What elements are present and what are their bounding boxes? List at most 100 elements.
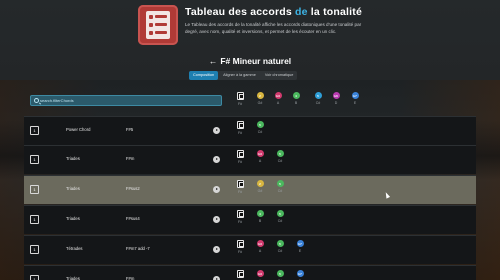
interval-badge: 2 — [256, 180, 264, 187]
root-key-icon — [236, 210, 244, 218]
interval-badge: b3 — [256, 150, 264, 157]
play-icon[interactable] — [213, 216, 220, 223]
chord-note: 4B — [254, 209, 266, 223]
chord-row[interactable]: 1 Triades F#m F# b3A 5C# b7E — [24, 265, 476, 280]
chord-note: b3A — [254, 269, 266, 280]
note-label: C# — [277, 159, 283, 163]
note-label: B — [294, 101, 298, 105]
chord-row[interactable]: 1 Triades F#m F# b3 A 5 C# — [24, 145, 476, 174]
note-header-2[interactable]: b3 A — [272, 92, 284, 105]
chord-name: F#m — [126, 276, 135, 280]
chord-note: F# — [234, 209, 246, 224]
arrow-left-icon[interactable]: ← — [209, 56, 218, 66]
chord-note: 5C# — [274, 209, 286, 223]
note-header-3[interactable]: 4B — [290, 92, 302, 105]
interval-badge: 2 — [256, 92, 264, 99]
tab-chromatic[interactable]: Voir chromatique — [261, 71, 298, 80]
note-label: C# — [315, 101, 321, 105]
note-label: E — [298, 249, 302, 253]
chord-table-app-icon — [138, 5, 178, 45]
note-header-6[interactable]: b7 E — [349, 92, 361, 105]
note-label: A — [258, 159, 262, 163]
chord-name: F#m7 add -7 — [126, 246, 150, 251]
degree-badge: 1 — [30, 126, 39, 135]
root-key-icon — [236, 240, 244, 248]
chord-note: F# — [234, 149, 246, 164]
chord-type: Triades — [66, 216, 80, 221]
play-icon[interactable] — [213, 186, 220, 193]
play-icon[interactable] — [213, 246, 220, 253]
note-label: C# — [277, 189, 283, 193]
degree-badge: 1 — [30, 185, 39, 194]
note-label: G# — [257, 101, 263, 105]
note-label: C# — [257, 130, 263, 134]
chord-type: Tétrades — [66, 246, 83, 251]
chord-note: F# — [234, 179, 246, 194]
root-key-icon — [236, 270, 244, 278]
note-label: F# — [237, 190, 243, 194]
chord-name: F#sus2 — [126, 186, 140, 191]
chord-note: 5 C# — [254, 120, 266, 134]
tab-align-scale[interactable]: Aligner à la gamme — [219, 71, 260, 80]
chord-note: 5C# — [274, 269, 286, 280]
interval-badge: b7 — [296, 270, 304, 277]
root-key-icon — [236, 92, 244, 100]
key-title: ← F# Mineur naturel — [0, 56, 500, 66]
play-icon[interactable] — [213, 127, 220, 134]
search-field[interactable] — [30, 95, 222, 106]
interval-badge: 5 — [276, 240, 284, 247]
interval-badge: 5 — [276, 150, 284, 157]
chord-type: Triades — [66, 276, 80, 280]
note-header-4[interactable]: 5 C# — [312, 92, 324, 105]
note-label: F# — [237, 250, 243, 254]
chord-note: b7E — [294, 269, 306, 280]
chord-row[interactable]: 1 Triades F#sus2 F# 2 G# 5 C# — [24, 175, 476, 204]
key-title-text: F# Mineur naturel — [220, 56, 292, 66]
chord-note: b3 A — [254, 149, 266, 163]
tab-composition[interactable]: Composition — [189, 71, 219, 80]
chord-row[interactable]: 1 Triades F#sus4 F# 4 B 5 C# — [24, 205, 476, 234]
root-key-icon — [236, 121, 244, 129]
page-description: Le Tableau des accords de la tonalité af… — [185, 22, 362, 34]
degree-badge: 1 — [30, 155, 39, 164]
chord-row[interactable]: 1 Tétrades F#m7 add -7 F# b3 A 5 C# b7 E — [24, 235, 476, 264]
interval-badge: 5 — [256, 121, 264, 128]
note-header-1[interactable]: 2 G# — [254, 92, 266, 105]
search-icon — [34, 98, 39, 103]
interval-badge: b3 — [274, 92, 282, 99]
note-label: F# — [237, 160, 243, 164]
play-icon[interactable] — [213, 156, 220, 163]
interval-badge: b3 — [256, 240, 264, 247]
chord-note: 5 C# — [274, 149, 286, 163]
interval-badge: b3 — [256, 270, 264, 277]
note-label: E — [353, 101, 357, 105]
chord-note: 5C# — [274, 239, 286, 253]
note-header-0[interactable]: F# — [234, 92, 246, 106]
page-title: Tableau des accords de la tonalité — [185, 6, 362, 18]
note-header-5[interactable]: b6 D — [330, 92, 342, 105]
note-label: A — [276, 101, 280, 105]
chord-note: b7 E — [294, 239, 306, 253]
root-key-icon — [236, 180, 244, 188]
note-label: G# — [257, 189, 263, 193]
interval-badge: b6 — [332, 92, 340, 99]
root-key-icon — [236, 150, 244, 158]
note-label: C# — [277, 219, 283, 223]
degree-badge: 1 — [30, 245, 39, 254]
chord-name: F#5 — [126, 127, 134, 132]
note-label: B — [258, 219, 262, 223]
chord-note: F# — [234, 120, 246, 135]
interval-badge: 5 — [276, 270, 284, 277]
chord-row[interactable]: 1 Power Chord F#5 F# 5 C# — [24, 116, 476, 145]
note-label: F# — [237, 220, 243, 224]
play-icon[interactable] — [213, 276, 220, 280]
search-input[interactable] — [40, 96, 220, 105]
interval-badge: b7 — [296, 240, 304, 247]
chord-type: Triades — [66, 156, 80, 161]
note-label: D — [334, 101, 338, 105]
note-label: F# — [237, 131, 243, 135]
degree-badge: 1 — [30, 215, 39, 224]
interval-badge: 4 — [256, 210, 264, 217]
chord-name: F#m — [126, 156, 135, 161]
note-label: F# — [237, 102, 243, 106]
